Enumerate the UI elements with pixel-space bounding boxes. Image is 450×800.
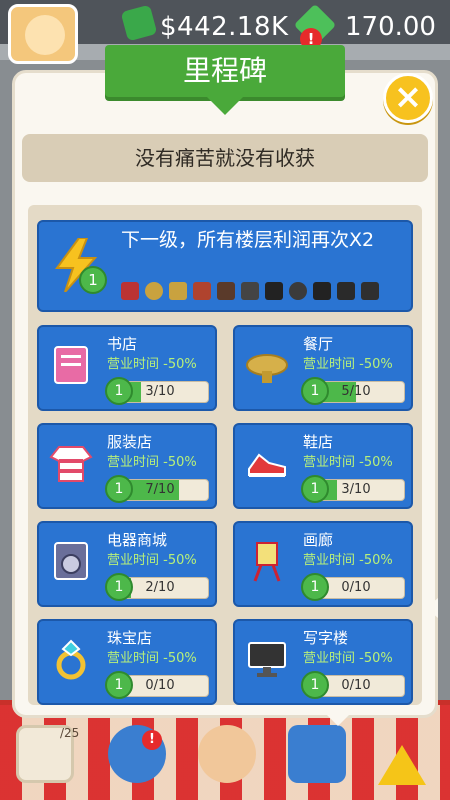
easel-icon	[253, 542, 281, 582]
map-button[interactable]	[288, 725, 346, 783]
money-display: $442.18K	[160, 12, 289, 42]
console-mini-icon	[337, 282, 355, 300]
book-mini-icon	[121, 282, 139, 300]
dialog-tail	[326, 714, 350, 726]
dialog-subtitle: 没有痛苦就没有收获	[22, 134, 428, 182]
shop-card-clothing[interactable]: 服装店 营业时间 -50% 7/10 1	[37, 423, 217, 509]
shop-name: 写字楼	[303, 629, 349, 647]
dialog-title: 里程碑	[105, 45, 345, 115]
ring-icon	[56, 639, 86, 680]
shirt-icon	[49, 446, 93, 482]
shop-name: 餐厅	[303, 335, 334, 353]
cake-mini-icon	[193, 282, 211, 300]
reward-description: 下一级，所有楼层利润再次X2	[121, 229, 375, 251]
level-badge: 1	[301, 573, 329, 601]
shop-name: 书店	[107, 335, 138, 353]
cat-face-icon	[25, 15, 65, 55]
close-button[interactable]: ×	[383, 73, 433, 123]
monitor-icon	[248, 642, 286, 677]
shop-card-bookstore[interactable]: 书店 营业时间 -50% 3/10 1	[37, 325, 217, 411]
shop-card-office[interactable]: 写字楼 营业时间 -50% 0/10 1	[233, 619, 413, 705]
shop-name: 服装店	[107, 433, 153, 451]
date-label: /25	[60, 726, 80, 740]
player-avatar[interactable]	[8, 4, 78, 64]
shoe-mini-icon	[217, 282, 235, 300]
book-icon	[54, 346, 88, 384]
shop-card-shoes[interactable]: 鞋店 营业时间 -50% 3/10 1	[233, 423, 413, 509]
shop-name: 画廊	[303, 531, 334, 549]
gem-count: 170.00	[345, 12, 436, 42]
washing-machine-icon	[54, 542, 88, 580]
level-badge: 1	[105, 377, 133, 405]
level-badge: 1	[105, 573, 133, 601]
level-badge: 1	[105, 671, 133, 699]
speaker-mini-icon	[241, 282, 259, 300]
level-badge: 1	[301, 475, 329, 503]
radio-mini-icon	[361, 282, 379, 300]
shop-bonus: 营业时间 -50%	[107, 455, 197, 470]
shop-bonus: 营业时间 -50%	[303, 553, 393, 568]
shop-bonus: 营业时间 -50%	[107, 651, 197, 666]
fast-forward-badge: !	[142, 730, 162, 750]
food-platter-icon	[246, 354, 288, 383]
reward-level-badge: 1	[79, 266, 107, 294]
shop-name: 珠宝店	[107, 629, 153, 647]
shop-bonus: 营业时间 -50%	[303, 357, 393, 372]
shop-card-restaurant[interactable]: 餐厅 营业时间 -50% 5/10 1	[233, 325, 413, 411]
level-badge: 1	[301, 377, 329, 405]
shop-card-jewelry[interactable]: 珠宝店 营业时间 -50% 0/10 1	[37, 619, 217, 705]
shop-bonus: 营业时间 -50%	[107, 357, 197, 372]
floor-icon-row	[121, 282, 379, 300]
food-mini-icon	[145, 282, 163, 300]
easel-mini-icon	[265, 282, 283, 300]
table-mini-icon	[169, 282, 187, 300]
global-reward-card: 1 下一级，所有楼层利润再次X2	[37, 220, 413, 312]
shop-card-gallery[interactable]: 画廊 营业时间 -50% 0/10 1	[233, 521, 413, 607]
shop-name: 电器商城	[107, 531, 168, 549]
shop-bonus: 营业时间 -50%	[303, 455, 393, 470]
warning-button[interactable]	[378, 745, 426, 785]
ring-mini-icon	[289, 282, 307, 300]
shop-bonus: 营业时间 -50%	[303, 651, 393, 666]
shop-name: 鞋店	[303, 433, 334, 451]
monitor-mini-icon	[313, 282, 331, 300]
hire-manager-button[interactable]	[198, 725, 256, 783]
shop-card-electronics[interactable]: 电器商城 营业时间 -50% 2/10 1	[37, 521, 217, 607]
dialog-side-tail	[426, 598, 438, 618]
level-badge: 1	[105, 475, 133, 503]
level-badge: 1	[301, 671, 329, 699]
sneaker-icon	[248, 453, 286, 477]
shop-bonus: 营业时间 -50%	[107, 553, 197, 568]
